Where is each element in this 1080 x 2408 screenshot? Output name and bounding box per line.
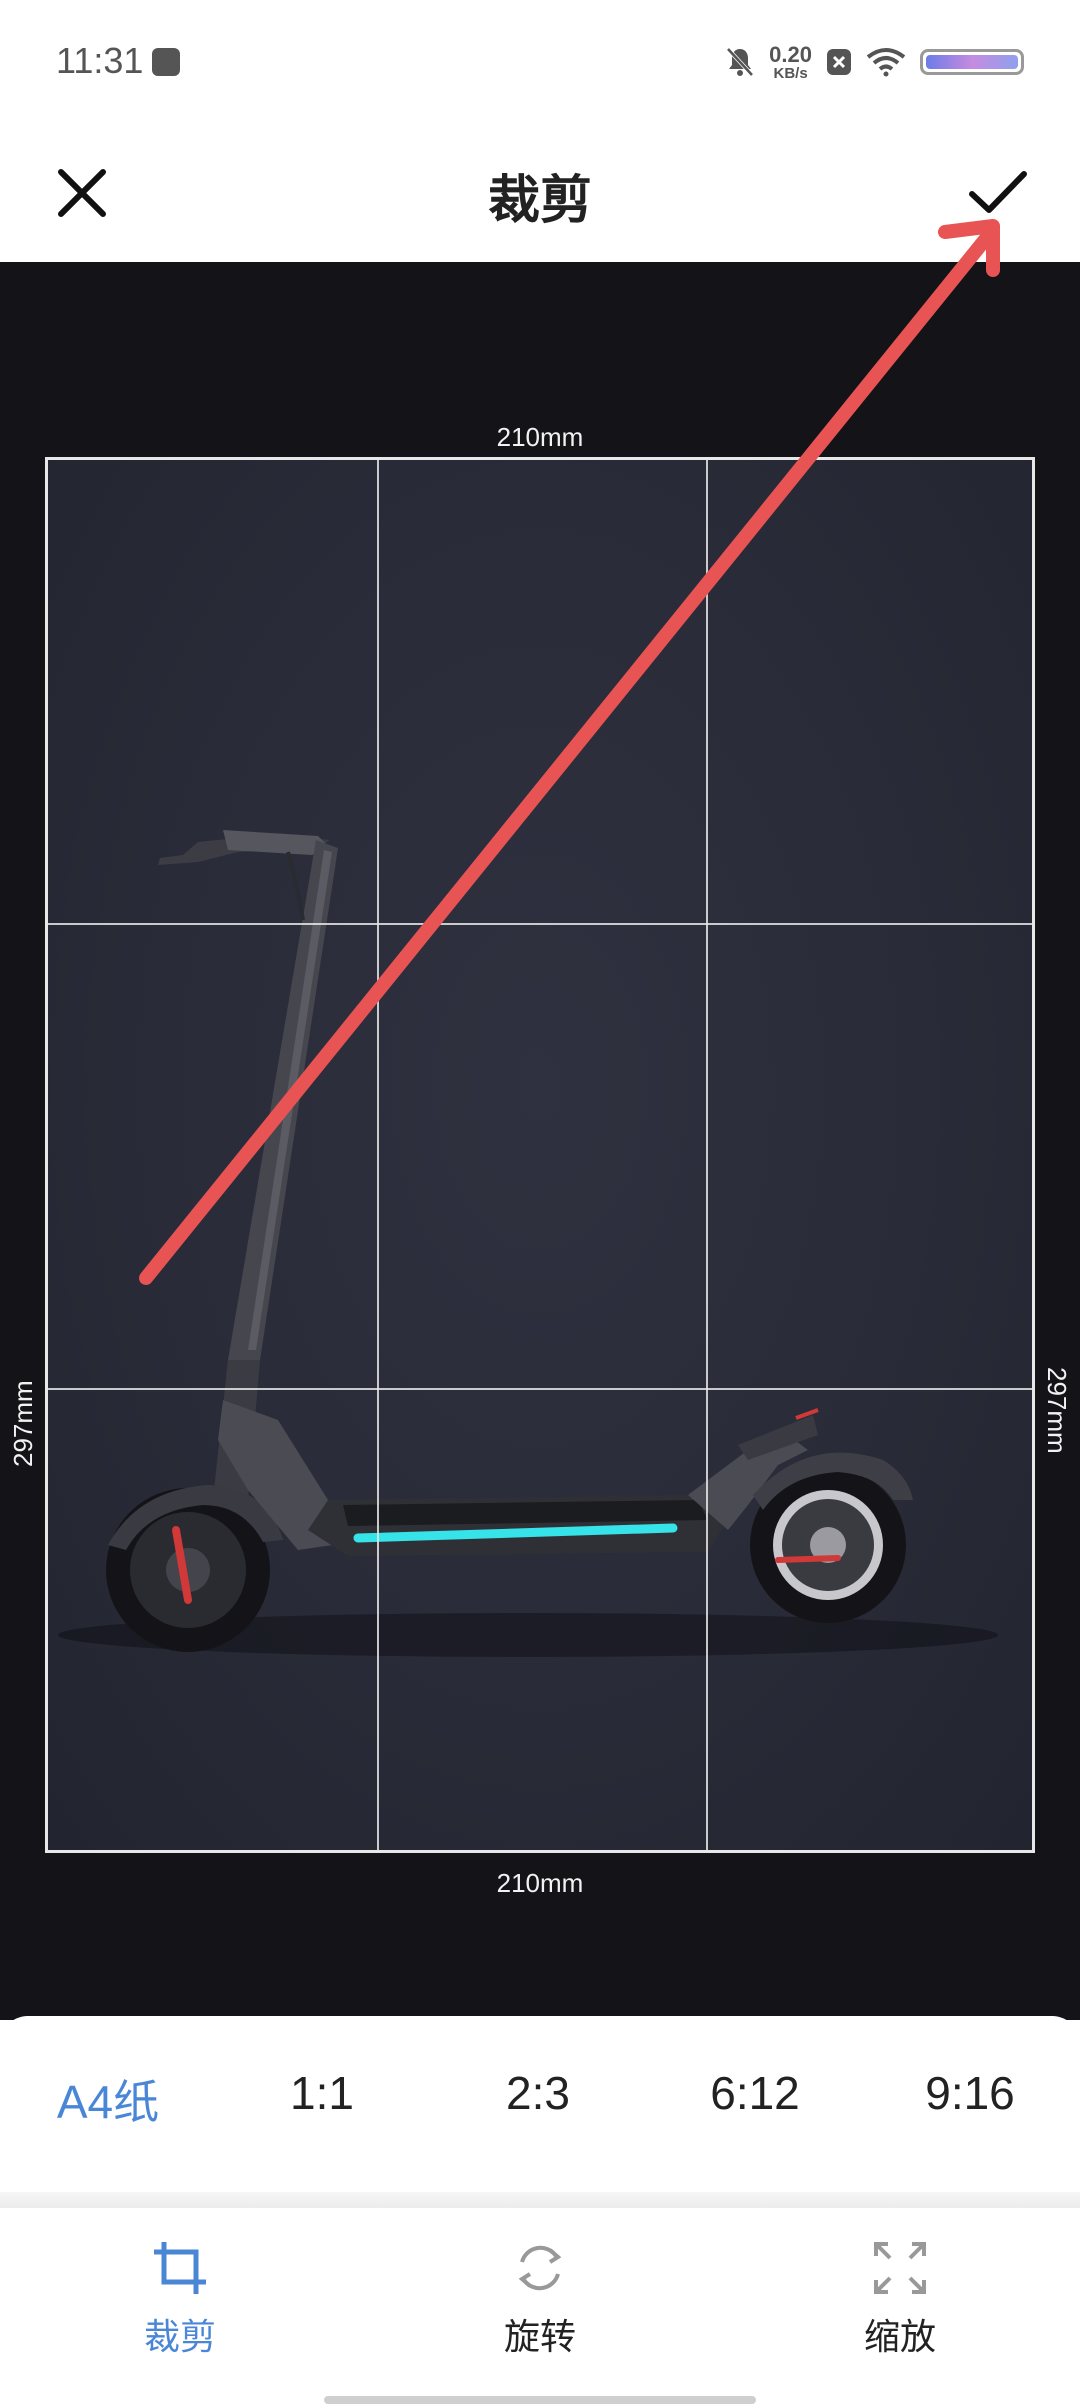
mute-bell-icon [726, 47, 754, 77]
tool-crop[interactable]: 裁剪 [90, 2238, 270, 2360]
tool-rotate[interactable]: 旋转 [450, 2238, 630, 2360]
tool-rotate-label: 旋转 [503, 2317, 576, 2358]
divider [0, 2192, 1080, 2208]
ratio-option-1-1[interactable]: 1:1 [232, 2066, 412, 2120]
battery-icon [920, 49, 1024, 75]
wifi-icon [866, 48, 906, 77]
grid-line [377, 460, 379, 1850]
ratio-option-9-16[interactable]: 9:16 [880, 2066, 1060, 2120]
electric-scooter-image [58, 830, 998, 1657]
grid-line [48, 923, 1032, 925]
net-speed-unit: KB/s [773, 64, 808, 82]
tool-zoom-label: 缩放 [863, 2317, 936, 2358]
status-bar: 11:31 0.20 KB/s [0, 0, 1080, 128]
sim-x-icon [827, 49, 851, 75]
title-bar: 裁剪 [0, 128, 1080, 262]
expand-icon [874, 2242, 926, 2294]
ratio-option-6-12[interactable]: 6:12 [665, 2066, 845, 2120]
height-label-left: 297mm [8, 1380, 38, 1467]
rotate-icon [518, 2245, 562, 2291]
tool-crop-label: 裁剪 [143, 2317, 216, 2358]
grid-line [48, 1388, 1032, 1390]
crop-icon [154, 2242, 206, 2294]
width-label-top: 210mm [496, 422, 584, 452]
ratio-option-a4[interactable]: A4纸 [18, 2066, 198, 2132]
status-icons: 0.20 KB/s [725, 38, 1024, 86]
height-label-right: 297mm [1042, 1367, 1072, 1454]
notification-app-icon [152, 48, 180, 76]
tool-bar: 裁剪 旋转 缩放 [0, 2208, 1080, 2408]
check-icon [969, 171, 1027, 213]
status-time: 11:31 [56, 40, 144, 81]
ratio-selector: A4纸 1:1 2:3 6:12 9:16 [0, 2016, 1080, 2204]
crop-canvas[interactable]: 210mm 297mm 297mm 210mm [0, 262, 1080, 2020]
width-label-bottom: 210mm [496, 1868, 584, 1898]
home-indicator[interactable] [324, 2396, 756, 2404]
page-title: 裁剪 [487, 171, 592, 231]
tool-zoom[interactable]: 缩放 [810, 2238, 990, 2360]
ratio-option-2-3[interactable]: 2:3 [448, 2066, 628, 2120]
confirm-button[interactable] [962, 156, 1032, 226]
crop-frame[interactable] [45, 457, 1035, 1853]
grid-line [706, 460, 708, 1850]
net-speed: 0.20 KB/s [769, 41, 812, 82]
net-speed-value: 0.20 [769, 41, 812, 67]
